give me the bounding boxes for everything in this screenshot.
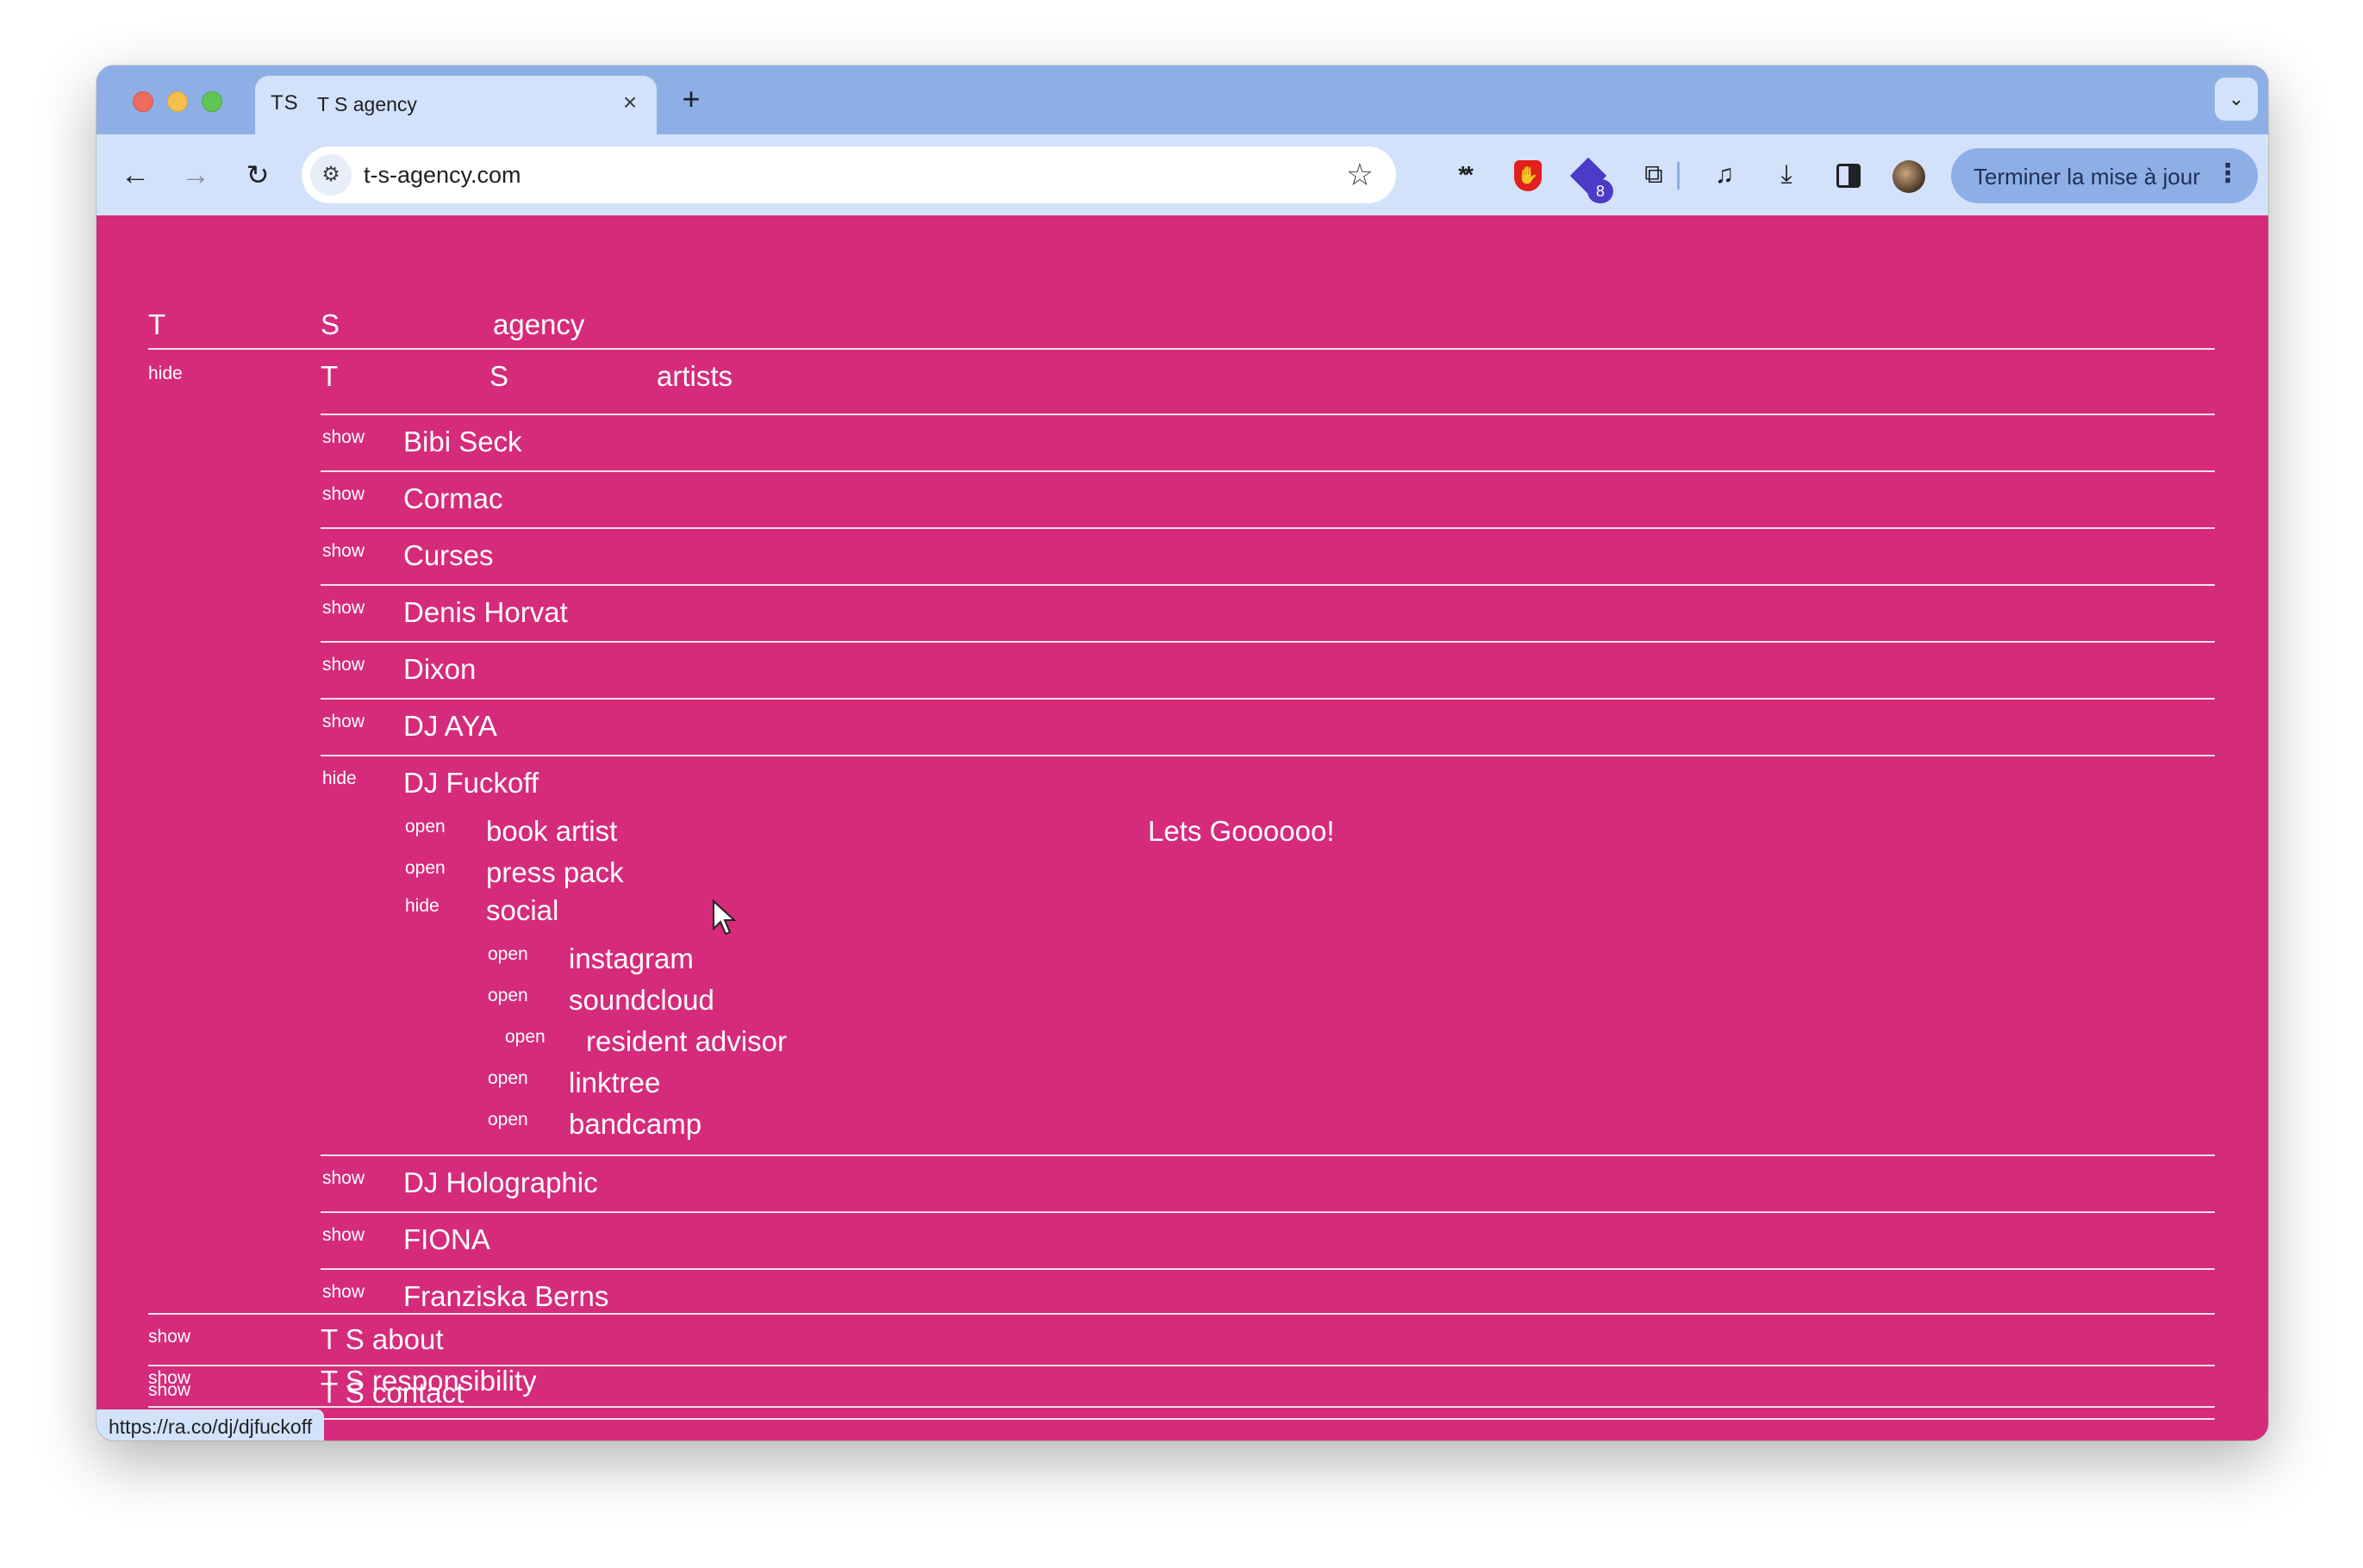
forward-button[interactable]: → — [176, 155, 215, 195]
page-content: T S agency hide T S artists show Bibi Se… — [97, 215, 2268, 1440]
divider — [321, 698, 2215, 700]
artist-show-toggle[interactable]: show — [322, 712, 365, 732]
new-tab-button[interactable]: + — [674, 83, 708, 117]
bookmark-star-icon[interactable]: ☆ — [1346, 157, 1374, 193]
social-hide-toggle[interactable]: hide — [405, 896, 440, 917]
artists-letter-t: T — [321, 360, 339, 392]
tab-strip: TS T S agency × + ⌄ — [97, 65, 2268, 134]
social-link-soundcloud[interactable]: soundcloud — [569, 984, 714, 1017]
divider — [321, 584, 2215, 586]
profile-avatar[interactable] — [1892, 160, 1925, 193]
address-bar[interactable]: ⚙ t-s-agency.com ☆ — [302, 146, 1396, 203]
tab-title: T S agency — [317, 93, 417, 115]
browser-window: TS T S agency × + ⌄ ← → ↻ ⚙ t-s-agency.c… — [97, 65, 2268, 1440]
artist-show-toggle[interactable]: show — [322, 484, 365, 505]
divider — [321, 414, 2215, 415]
press-pack-link[interactable]: press pack — [486, 856, 624, 889]
tab-close-icon[interactable]: × — [615, 88, 645, 117]
social-link-linktree[interactable]: linktree — [569, 1067, 660, 1099]
update-button[interactable]: Terminer la mise à jour ⋮ — [1951, 148, 2258, 203]
social-link-instagram[interactable]: instagram — [569, 943, 694, 975]
divider — [321, 527, 2215, 529]
reload-button[interactable]: ↻ — [238, 155, 277, 195]
book-artist-link[interactable]: book artist — [486, 815, 617, 848]
section-about[interactable]: T S about — [321, 1323, 444, 1356]
divider — [321, 755, 2215, 756]
artist-show-toggle[interactable]: show — [322, 1168, 365, 1189]
header-letter-t: T — [148, 308, 166, 340]
divider — [148, 348, 2215, 350]
press-pack-open-toggle[interactable]: open — [405, 858, 446, 879]
divider — [148, 1406, 2215, 1408]
tab-search-button[interactable]: ⌄ — [2215, 78, 2258, 121]
menu-kebab-icon[interactable]: ⋮ — [2215, 159, 2241, 189]
extensions-puzzle-icon[interactable]: ⧉ — [1632, 153, 1675, 196]
tab-favicon-icon: TS — [271, 91, 299, 115]
back-button[interactable]: ← — [115, 155, 155, 195]
url-text[interactable]: t-s-agency.com — [364, 162, 521, 189]
artists-hide-toggle[interactable]: hide — [148, 364, 183, 384]
artist-name[interactable]: DJ AYA — [403, 710, 497, 743]
site-info-icon[interactable]: ⚙ — [310, 154, 352, 196]
close-window-button[interactable] — [133, 91, 153, 112]
artist-show-toggle[interactable]: show — [322, 598, 365, 619]
minimize-window-button[interactable] — [167, 91, 188, 112]
side-panel-glyph — [1836, 164, 1861, 189]
social-link-bandcamp[interactable]: bandcamp — [569, 1108, 701, 1141]
divider — [321, 1154, 2215, 1156]
mouse-cursor-icon — [713, 899, 737, 936]
divider — [148, 1313, 2215, 1315]
artist-show-toggle[interactable]: show — [322, 541, 365, 562]
artist-show-toggle[interactable]: show — [322, 427, 365, 448]
artist-show-toggle[interactable]: show — [322, 1225, 365, 1246]
artist-name[interactable]: Curses — [403, 539, 494, 572]
social-open-toggle[interactable]: open — [488, 1110, 528, 1130]
artist-name[interactable]: Bibi Seck — [403, 426, 522, 458]
download-icon[interactable]: ⤓ — [1765, 153, 1808, 196]
social-open-toggle[interactable]: open — [488, 986, 528, 1006]
divider — [148, 1418, 2215, 1420]
artists-letter-s: S — [489, 360, 509, 392]
divider — [321, 641, 2215, 643]
browser-toolbar: ← → ↻ ⚙ t-s-agency.com ☆ ** ✋ 8 ⧉ ♫ ⤓ Te… — [97, 134, 2268, 215]
artists-heading: artists — [657, 360, 733, 392]
ublock-extension-icon[interactable]: ✋ — [1506, 153, 1549, 196]
artist-show-toggle[interactable]: show — [322, 655, 365, 675]
social-open-toggle[interactable]: open — [488, 944, 528, 965]
artist-name[interactable]: FIONA — [403, 1223, 490, 1256]
artist-show-toggle[interactable]: show — [322, 1282, 365, 1303]
media-control-icon[interactable]: ♫ — [1703, 153, 1746, 196]
link-status-bar: https://ra.co/dj/djfuckoff — [97, 1409, 325, 1440]
browser-tab[interactable]: TS T S agency × — [255, 76, 657, 134]
header-agency: agency — [493, 308, 585, 340]
section-show-toggle[interactable]: show — [148, 1327, 190, 1347]
social-open-toggle[interactable]: open — [488, 1068, 528, 1089]
artist-name[interactable]: Dixon — [403, 653, 476, 686]
toolbar-divider — [1677, 162, 1680, 190]
social-link-resident-advisor[interactable]: resident advisor — [586, 1025, 787, 1058]
artist-tagline: Lets Goooooo! — [1148, 815, 1335, 847]
asterisk-extension-icon[interactable]: ** — [1443, 153, 1486, 196]
artist-name-expanded[interactable]: DJ Fuckoff — [403, 767, 539, 800]
social-open-toggle[interactable]: open — [505, 1027, 546, 1048]
extension-badge: 8 — [1587, 179, 1613, 203]
header-letter-s: S — [321, 308, 340, 340]
hand-icon: ✋ — [1514, 160, 1542, 192]
artist-name[interactable]: Denis Horvat — [403, 596, 568, 629]
side-panel-icon[interactable] — [1827, 153, 1870, 196]
artist-hide-toggle[interactable]: hide — [322, 768, 357, 789]
artist-name[interactable]: Cormac — [403, 482, 503, 515]
update-button-label: Terminer la mise à jour — [1973, 164, 2200, 190]
section-show-toggle[interactable]: show — [148, 1368, 190, 1389]
divider — [321, 1211, 2215, 1213]
section-responsibility[interactable]: T S responsibility — [321, 1365, 537, 1397]
zoom-window-button[interactable] — [202, 91, 222, 112]
divider — [321, 1268, 2215, 1270]
book-artist-open-toggle[interactable]: open — [405, 817, 446, 837]
social-heading[interactable]: social — [486, 894, 558, 927]
artist-name[interactable]: DJ Holographic — [403, 1167, 598, 1199]
divider — [321, 470, 2215, 472]
artist-name[interactable]: Franziska Berns — [403, 1280, 608, 1313]
